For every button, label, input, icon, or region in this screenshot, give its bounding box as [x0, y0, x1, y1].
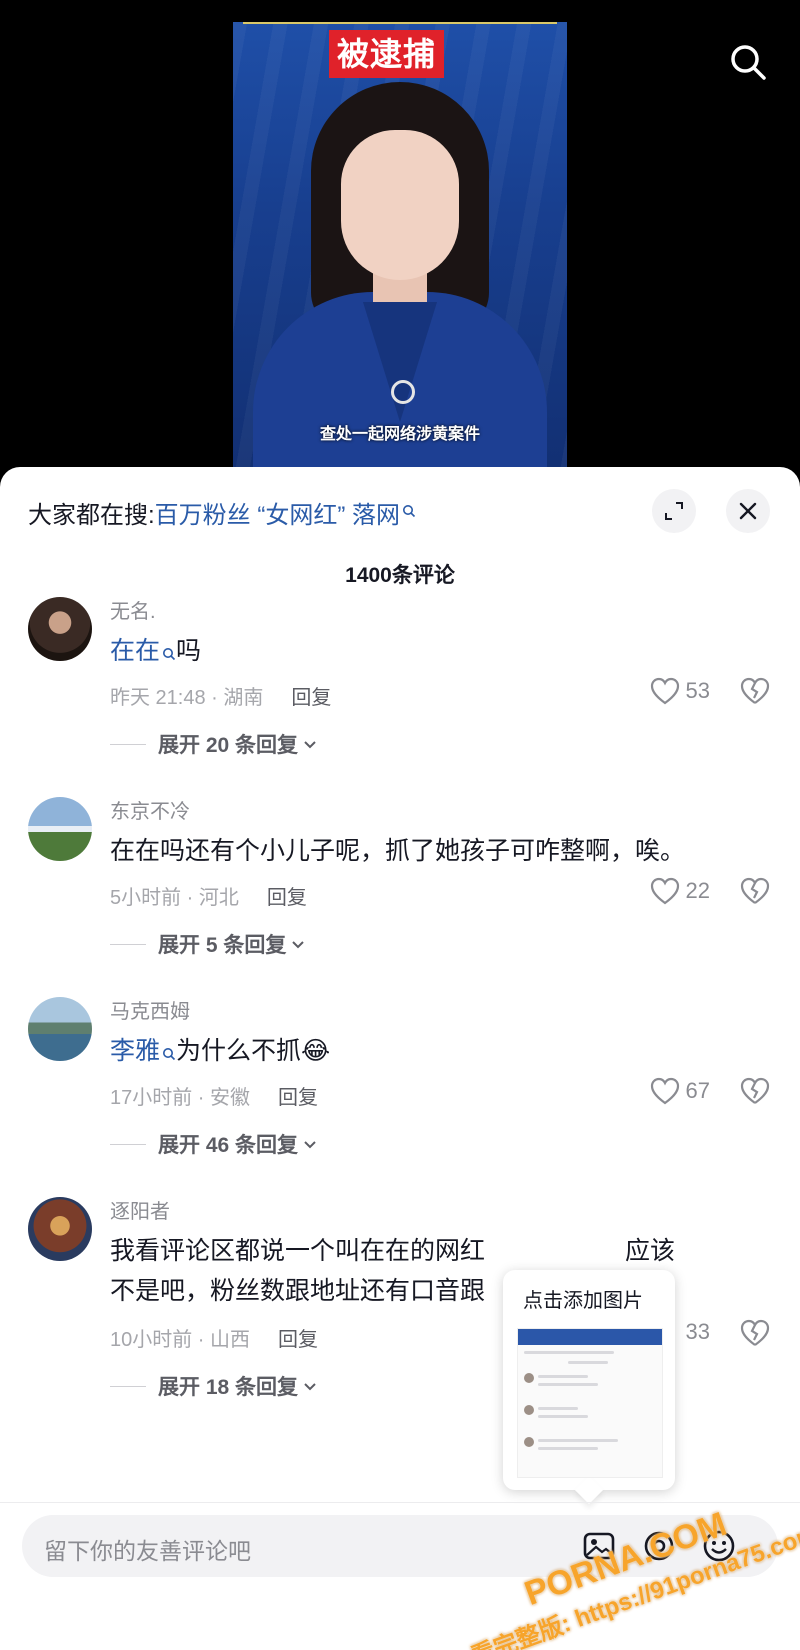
avatar[interactable] [28, 997, 92, 1061]
avatar[interactable] [28, 797, 92, 861]
avatar[interactable] [28, 1197, 92, 1261]
heart-icon [650, 877, 679, 905]
comment-item: 逐阳者 我看评论区都说一个叫在在的网红 应该 不是吧，粉丝数跟地址还有口音跟 10… [0, 1197, 800, 1427]
comment-sheet: 大家都在搜:百万粉丝 “女网红” 落网 1400条评论 无名. 在在吗 昨天 2… [0, 467, 800, 1650]
reply-button[interactable]: 回复 [278, 1087, 318, 1109]
comment-meta: 昨天 21:48 · 湖南 回复 [110, 687, 332, 709]
search-icon[interactable] [728, 42, 768, 82]
like-button[interactable]: 33 [686, 1319, 710, 1345]
comment-username[interactable]: 东京不冷 [110, 799, 770, 825]
comment-item: 东京不冷 在在吗还有个小儿子呢，抓了她孩子可咋整啊，唉。 5小时前 · 河北 回复… [0, 797, 800, 997]
heart-icon [650, 1077, 679, 1105]
comment-username[interactable]: 逐阳者 [110, 1199, 770, 1225]
screenshot-thumbnail[interactable] [517, 1328, 663, 1478]
trending-prefix: 大家都在搜: [28, 502, 155, 529]
like-button[interactable]: 22 [650, 877, 710, 905]
like-count: 22 [685, 878, 710, 903]
broken-heart-icon [740, 1077, 770, 1104]
broken-heart-icon [740, 677, 770, 704]
expand-replies-button[interactable]: 展开 20 条回复 [110, 729, 318, 759]
video-subtitle: 查处一起网络涉黄案件 [319, 426, 480, 443]
badge-pin-icon [391, 380, 415, 404]
broken-heart-icon [740, 1319, 770, 1346]
comment-keyword-link[interactable]: 李雅 [110, 1037, 160, 1065]
small-search-icon [402, 497, 416, 525]
comment-username[interactable]: 无名. [110, 599, 770, 625]
sheet-header: 大家都在搜:百万粉丝 “女网红” 落网 [28, 489, 772, 533]
chevron-down-icon [292, 941, 305, 949]
expand-button[interactable] [652, 489, 696, 533]
like-button[interactable]: 67 [650, 1077, 710, 1105]
video-title-tag: 被逮捕 [329, 30, 445, 78]
chevron-down-icon [304, 1383, 316, 1391]
close-icon [739, 502, 757, 520]
dislike-button[interactable] [740, 877, 770, 910]
expand-replies-button[interactable]: 展开 18 条回复 [110, 1371, 318, 1401]
comment-keyword-link[interactable]: 在在 [110, 637, 160, 665]
add-image-tooltip-text: 点击添加图片 [523, 1290, 643, 1312]
small-search-icon [162, 633, 176, 673]
comment-text: 在在吗 [110, 631, 770, 673]
expand-replies-button[interactable]: 展开 5 条回复 [110, 929, 306, 959]
chevron-down-icon [304, 741, 316, 749]
avatar[interactable] [28, 597, 92, 661]
comment-input-placeholder: 留下你的友善评论吧 [44, 1538, 251, 1564]
comment-count: 1400条评论 [345, 564, 455, 587]
dislike-button[interactable] [740, 1319, 770, 1352]
comment-meta: 17小时前 · 安徽 回复 [110, 1087, 319, 1109]
comment-text: 在在吗还有个小儿子呢，抓了她孩子可咋整啊，唉。 [110, 837, 686, 865]
chevron-down-icon [304, 1141, 316, 1149]
comment-username[interactable]: 马克西姆 [110, 999, 770, 1025]
comment-meta: 10小时前 · 山西 回复 [110, 1329, 319, 1351]
like-count: 53 [685, 678, 710, 703]
expand-icon [665, 502, 683, 520]
like-count: 67 [685, 1078, 710, 1103]
dislike-button[interactable] [740, 677, 770, 710]
reply-button[interactable]: 回复 [291, 687, 331, 709]
close-button[interactable] [726, 489, 770, 533]
video-player[interactable]: 被逮捕 查处一起网络涉黄案件 [0, 0, 800, 480]
comment-item: 马克西姆 李雅 为什么不抓😂 17小时前 · 安徽 回复 67 展开 46 条回复 [0, 997, 800, 1197]
dislike-button[interactable] [740, 1077, 770, 1110]
video-frame: 被逮捕 查处一起网络涉黄案件 [233, 22, 567, 480]
heart-icon [650, 677, 679, 705]
reply-button[interactable]: 回复 [278, 1329, 318, 1351]
laughing-emoji-icon: 😂 [301, 1037, 331, 1065]
comment-text: 李雅 为什么不抓😂 [110, 1031, 770, 1073]
comment-item: 无名. 在在吗 昨天 21:48 · 湖南 回复 53 展开 20 条回复 [0, 597, 800, 797]
expand-replies-button[interactable]: 展开 46 条回复 [110, 1129, 318, 1159]
like-button[interactable]: 53 [650, 677, 710, 705]
like-count: 33 [685, 1319, 710, 1344]
broken-heart-icon [740, 877, 770, 904]
reply-button[interactable]: 回复 [267, 887, 307, 909]
trending-query[interactable]: 百万粉丝 “女网红” 落网 [155, 502, 400, 529]
comment-meta: 5小时前 · 河北 回复 [110, 887, 307, 909]
add-image-tooltip[interactable]: 点击添加图片 [503, 1270, 675, 1505]
small-search-icon [162, 1033, 176, 1073]
trending-search[interactable]: 大家都在搜:百万粉丝 “女网红” 落网 [28, 495, 416, 530]
